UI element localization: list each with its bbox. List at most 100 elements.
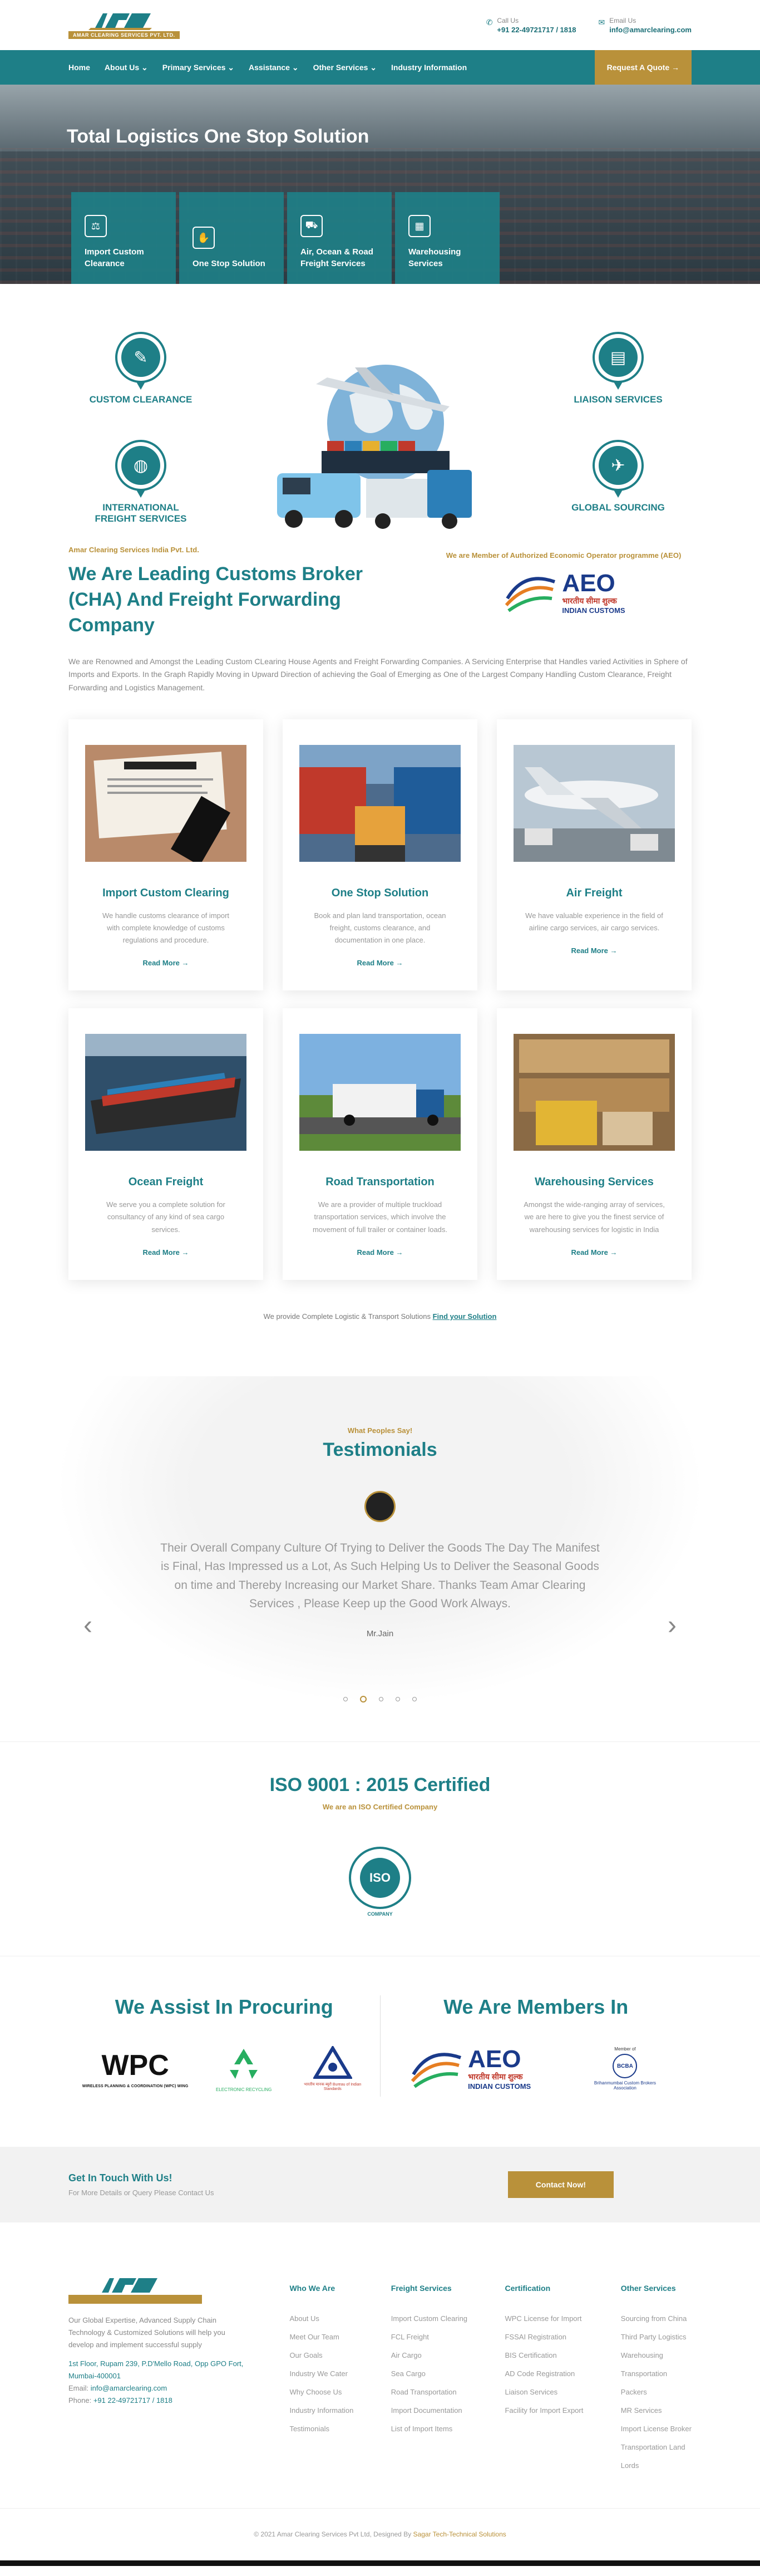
footer-link[interactable]: Warehousing <box>621 2346 692 2364</box>
designer-link[interactable]: Sagar Tech-Technical Solutions <box>413 2530 506 2538</box>
footer-link[interactable]: Third Party Logistics <box>621 2328 692 2346</box>
iso-subtitle: We are an ISO Certified Company <box>322 1802 438 1811</box>
site-logo[interactable]: AMAR CLEARING SERVICES PVT. LTD. <box>68 11 180 39</box>
assist-title: We Assist In Procuring <box>115 1995 333 2018</box>
footer-col-who-we-are: Who We Are About Us Meet Our Team Our Go… <box>289 2276 353 2475</box>
footer-phone[interactable]: +91 22-49721717 / 1818 <box>93 2396 172 2405</box>
nav-home[interactable]: Home <box>68 63 90 72</box>
request-quote-button[interactable]: Request A Quote → <box>594 50 692 85</box>
footer-link[interactable]: Industry Information <box>289 2401 353 2420</box>
hero-card-import-custom-clearance[interactable]: ⚖ Import Custom Clearance <box>71 192 176 284</box>
read-more-link[interactable]: Read More → <box>142 1248 189 1257</box>
read-more-link[interactable]: Read More → <box>571 946 617 955</box>
call-value[interactable]: +91 22-49721717 / 1818 <box>497 26 576 34</box>
email-value[interactable]: info@amarclearing.com <box>609 26 692 34</box>
hero-banner: Total Logistics One Stop Solution ⚖ Impo… <box>0 85 760 284</box>
footer-link[interactable]: FSSAI Registration <box>505 2328 583 2346</box>
next-arrow-icon[interactable]: › <box>668 1610 677 1641</box>
prev-arrow-icon[interactable]: ‹ <box>83 1610 92 1641</box>
carousel-dot[interactable] <box>343 1696 348 1701</box>
footer-link[interactable]: Why Choose Us <box>289 2383 353 2401</box>
bcba-logo: Member of BCBA Brihanmumbai Custom Broke… <box>586 2047 664 2091</box>
service-international-freight[interactable]: ◍ INTERNATIONAL FREIGHT SERVICES <box>85 440 196 525</box>
aeo-hindi: भारतीय सीमा शुल्क <box>468 2072 523 2081</box>
read-more-link[interactable]: Read More → <box>357 959 403 967</box>
ocean-freight-image <box>85 1034 246 1151</box>
service-card: Import Custom Clearing We handle customs… <box>68 719 263 991</box>
card-text: Amongst the wide-ranging array of servic… <box>524 1200 665 1234</box>
mail-icon: ✉ <box>598 17 605 27</box>
logo-mark-icon <box>88 13 152 30</box>
service-label: CUSTOM CLEARANCE <box>89 394 193 405</box>
carousel-dot[interactable] <box>412 1696 417 1701</box>
footer-link[interactable]: Air Cargo <box>391 2346 467 2364</box>
footer-link[interactable]: Sea Cargo <box>391 2364 467 2383</box>
footer-link[interactable]: Industry We Cater <box>289 2364 353 2383</box>
hero-title: Total Logistics One Stop Solution <box>67 126 369 147</box>
footer-link[interactable]: Import Custom Clearing <box>391 2309 467 2328</box>
nav-assistance[interactable]: Assistance ⌄ <box>249 63 299 72</box>
bis-text: भारतीय मानक ब्यूरो Bureau of Indian Stan… <box>304 2083 362 2092</box>
footer-link[interactable]: BIS Certification <box>505 2346 583 2364</box>
footer-link[interactable]: MR Services <box>621 2401 692 2420</box>
carousel-dot[interactable] <box>396 1696 400 1701</box>
read-more-link[interactable]: Read More → <box>142 959 189 967</box>
footer-link[interactable]: Lords <box>621 2456 692 2475</box>
footer-link[interactable]: Import Documentation <box>391 2401 467 2420</box>
footer-link[interactable]: Sourcing from China <box>621 2309 692 2328</box>
footer-link[interactable]: Testimonials <box>289 2420 353 2438</box>
footer-link[interactable]: Meet Our Team <box>289 2328 353 2346</box>
read-more-link[interactable]: Read More → <box>357 1248 403 1257</box>
footer-link[interactable]: Transportation <box>621 2364 692 2383</box>
testimonials-section: What Peoples Say! Testimonials Their Ove… <box>0 1376 760 1741</box>
find-solution-line: We provide Complete Logistic & Transport… <box>68 1312 692 1321</box>
footer-link[interactable]: WPC License for Import <box>505 2309 583 2328</box>
footer-link[interactable]: Facility for Import Export <box>505 2401 583 2420</box>
footer-link[interactable]: AD Code Registration <box>505 2364 583 2383</box>
assist-members-section: We Assist In Procuring WPC WIRELESS PLAN… <box>0 1956 760 2147</box>
road-transportation-image <box>299 1034 461 1151</box>
nav-about-us[interactable]: About Us ⌄ <box>105 63 148 72</box>
testimonials-eyebrow: What Peoples Say! <box>347 1426 413 1435</box>
card-title: Warehousing Services <box>535 1176 654 1189</box>
intro-title: We Are Leading Customs Broker (CHA) And … <box>68 563 363 636</box>
footer-link[interactable]: Import License Broker <box>621 2420 692 2438</box>
footer-col-freight-services: Freight Services Import Custom Clearing … <box>391 2276 467 2475</box>
find-solution-link[interactable]: Find your Solution <box>433 1312 497 1321</box>
carousel-dot[interactable] <box>360 1695 367 1702</box>
footer-link[interactable]: List of Import Items <box>391 2420 467 2438</box>
read-more-link[interactable]: Read More → <box>571 1248 617 1257</box>
footer-link[interactable]: About Us <box>289 2309 353 2328</box>
footer-link[interactable]: Road Transportation <box>391 2383 467 2401</box>
hero-card-warehousing[interactable]: ▦ Warehousing Services <box>395 192 500 284</box>
cta-title: Get In Touch With Us! <box>68 2172 172 2184</box>
service-global-sourcing[interactable]: ✈ GLOBAL SOURCING <box>562 440 674 513</box>
carousel-dot[interactable] <box>379 1696 383 1701</box>
testimonials-title: Testimonials <box>323 1439 437 1460</box>
stamp-icon: ✎ <box>121 338 160 377</box>
wpc-logo: WPC WIRELESS PLANNING & COORDINATION (WP… <box>82 2049 189 2088</box>
footer-link[interactable]: Transportation Land <box>621 2438 692 2456</box>
footer-link[interactable]: Packers <box>621 2383 692 2401</box>
contact-now-button[interactable]: Contact Now! <box>507 2171 614 2198</box>
custom-clearance-image <box>85 745 246 866</box>
hero-card-freight-services[interactable]: ⛟ Air, Ocean & Road Freight Services <box>287 192 392 284</box>
footer-email[interactable]: info@amarclearing.com <box>91 2384 167 2392</box>
footer-link[interactable]: Liaison Services <box>505 2383 583 2401</box>
nav-industry-information[interactable]: Industry Information <box>391 63 467 72</box>
service-card: One Stop Solution Book and plan land tra… <box>283 719 477 991</box>
service-liaison[interactable]: ▤ LIAISON SERVICES <box>562 332 674 405</box>
call-us[interactable]: ✆ Call Us +91 22-49721717 / 1818 <box>486 17 576 34</box>
footer-col-title: Freight Services <box>391 2283 452 2293</box>
hero-card-one-stop-solution[interactable]: ✋ One Stop Solution <box>179 192 284 284</box>
email-us[interactable]: ✉ Email Us info@amarclearing.com <box>598 17 692 34</box>
footer-link[interactable]: Our Goals <box>289 2346 353 2364</box>
aeo-swirl-icon <box>505 577 556 612</box>
service-custom-clearance[interactable]: ✎ CUSTOM CLEARANCE <box>85 332 196 405</box>
phone-icon: ✆ <box>486 17 493 27</box>
footer-link[interactable]: FCL Freight <box>391 2328 467 2346</box>
footer-logo-icon[interactable] <box>68 2276 202 2304</box>
nav-other-services[interactable]: Other Services ⌄ <box>313 63 377 72</box>
nav-primary-services[interactable]: Primary Services ⌄ <box>162 63 234 72</box>
footer-col-title: Other Services <box>620 2283 676 2293</box>
